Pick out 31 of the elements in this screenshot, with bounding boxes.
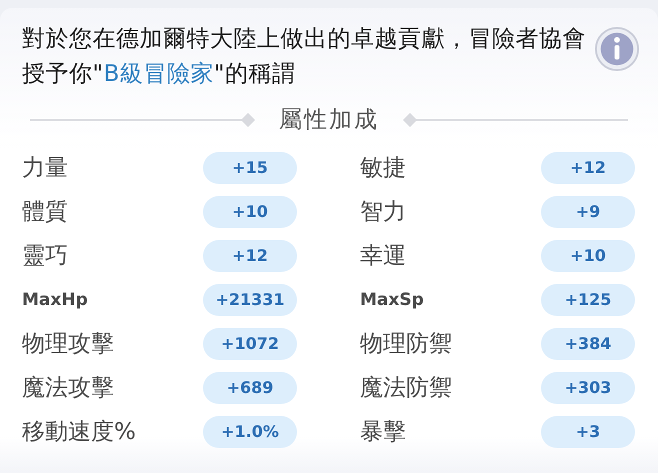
stat-value: +384 <box>541 328 635 360</box>
stat-value: +12 <box>203 240 297 272</box>
award-message: 對於您在德加爾特大陸上做出的卓越貢獻，冒險者協會授予你"B級冒險家"的稱謂 <box>22 25 587 89</box>
stat-value: +3 <box>541 416 635 448</box>
stat-value: +10 <box>203 196 297 228</box>
stat-label: 幸運 <box>360 242 406 271</box>
stat-value: +21331 <box>203 284 297 316</box>
stat-value: +689 <box>203 372 297 404</box>
stat-label: MaxSp <box>360 290 424 310</box>
stat-value: +1.0% <box>203 416 297 448</box>
stat-value: +125 <box>541 284 635 316</box>
stat-label: 物理防禦 <box>360 330 452 359</box>
stat-value: +12 <box>541 152 635 184</box>
stat-label: 魔法防禦 <box>360 374 452 403</box>
stat-value: +9 <box>541 196 635 228</box>
stat-value: +15 <box>203 152 297 184</box>
stat-value: +1072 <box>203 328 297 360</box>
stat-label: 敏捷 <box>360 154 406 183</box>
stat-label: 魔法攻擊 <box>22 374 114 403</box>
stat-label: 力量 <box>22 154 68 183</box>
stat-value: +303 <box>541 372 635 404</box>
stat-label: 靈巧 <box>22 242 68 271</box>
stat-label: MaxHp <box>22 290 88 310</box>
stat-label: 體質 <box>22 198 68 227</box>
stat-value: +10 <box>541 240 635 272</box>
section-title: 屬性加成 <box>279 106 379 135</box>
stat-label: 暴擊 <box>360 418 406 447</box>
stat-label: 移動速度% <box>22 418 136 447</box>
info-icon[interactable] <box>594 26 640 72</box>
stat-label: 物理攻擊 <box>22 330 114 359</box>
stat-label: 智力 <box>360 198 406 227</box>
